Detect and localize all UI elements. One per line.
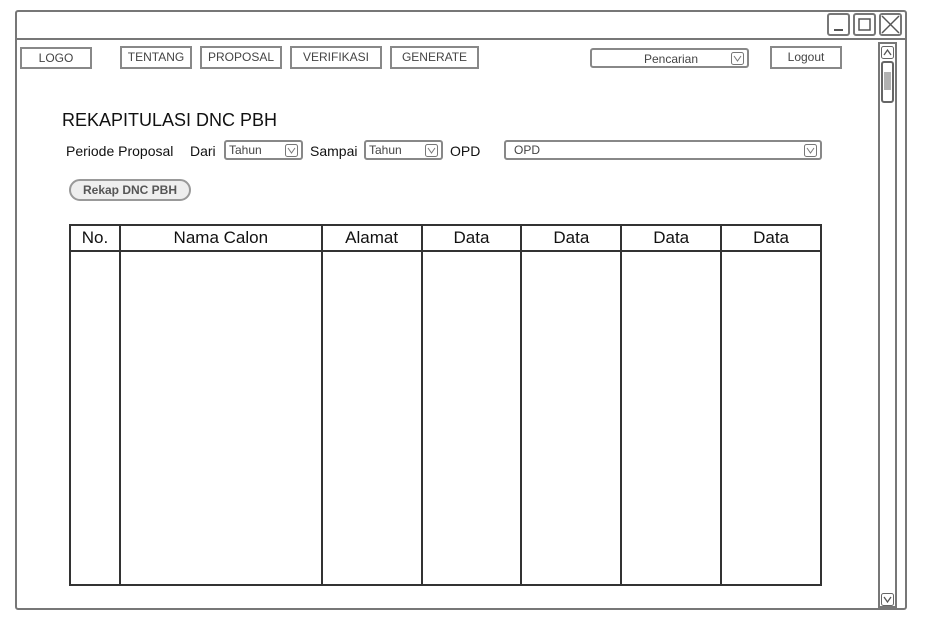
logout-button[interactable]: Logout [770, 46, 842, 69]
chevron-down-icon [804, 144, 817, 157]
maximize-icon [858, 18, 871, 31]
scroll-down-icon[interactable] [881, 593, 894, 606]
from-label: Dari [190, 143, 216, 159]
opd-value: OPD [514, 143, 541, 157]
close-button[interactable] [879, 13, 902, 36]
table-cell [720, 250, 822, 586]
column-header-data-3: Data [620, 224, 723, 252]
rekap-button[interactable]: Rekap DNC PBH [69, 179, 191, 201]
minimize-button[interactable] [827, 13, 850, 36]
period-label: Periode Proposal [66, 143, 174, 159]
column-header-data-1: Data [420, 224, 523, 252]
column-header-alamat: Alamat [320, 224, 423, 252]
chevron-down-icon [285, 144, 298, 157]
opd-select[interactable]: OPD [504, 140, 822, 160]
table-cell [118, 250, 323, 586]
chevron-down-icon [425, 144, 438, 157]
search-dropdown[interactable]: Pencarian [590, 48, 749, 68]
chevron-down-icon [731, 52, 744, 65]
nav-proposal[interactable]: PROPOSAL [200, 46, 282, 69]
search-label: Pencarian [643, 52, 699, 66]
close-icon [881, 15, 900, 34]
to-year-value: Tahun [369, 143, 402, 157]
from-year-value: Tahun [229, 143, 262, 157]
scroll-thumb[interactable] [881, 61, 894, 103]
table-row [69, 250, 822, 586]
recap-table: No. Nama Calon Alamat Data Data Data Dat… [69, 224, 822, 586]
table-header-row: No. Nama Calon Alamat Data Data Data Dat… [69, 224, 822, 252]
from-year-select[interactable]: Tahun [224, 140, 303, 160]
titlebar-divider [17, 38, 905, 40]
logo[interactable]: LOGO [20, 47, 92, 69]
table-cell [620, 250, 723, 586]
table-cell [69, 250, 121, 586]
nav-verifikasi[interactable]: VERIFIKASI [290, 46, 382, 69]
table-cell [320, 250, 423, 586]
maximize-button[interactable] [853, 13, 876, 36]
to-label: Sampai [310, 143, 358, 159]
vertical-scrollbar[interactable] [878, 42, 897, 608]
scroll-up-icon[interactable] [881, 46, 894, 59]
column-header-nama-calon: Nama Calon [118, 224, 323, 252]
table-cell [520, 250, 623, 586]
page-title: REKAPITULASI DNC PBH [62, 110, 278, 130]
grip-icon [884, 72, 891, 90]
column-header-data-2: Data [520, 224, 623, 252]
to-year-select[interactable]: Tahun [364, 140, 443, 160]
column-header-data-4: Data [720, 224, 822, 252]
nav-generate[interactable]: GENERATE [390, 46, 479, 69]
minimize-icon [834, 29, 843, 31]
opd-label: OPD [450, 143, 481, 159]
nav-tentang[interactable]: TENTANG [120, 46, 192, 69]
column-header-no: No. [69, 224, 121, 252]
table-cell [420, 250, 523, 586]
